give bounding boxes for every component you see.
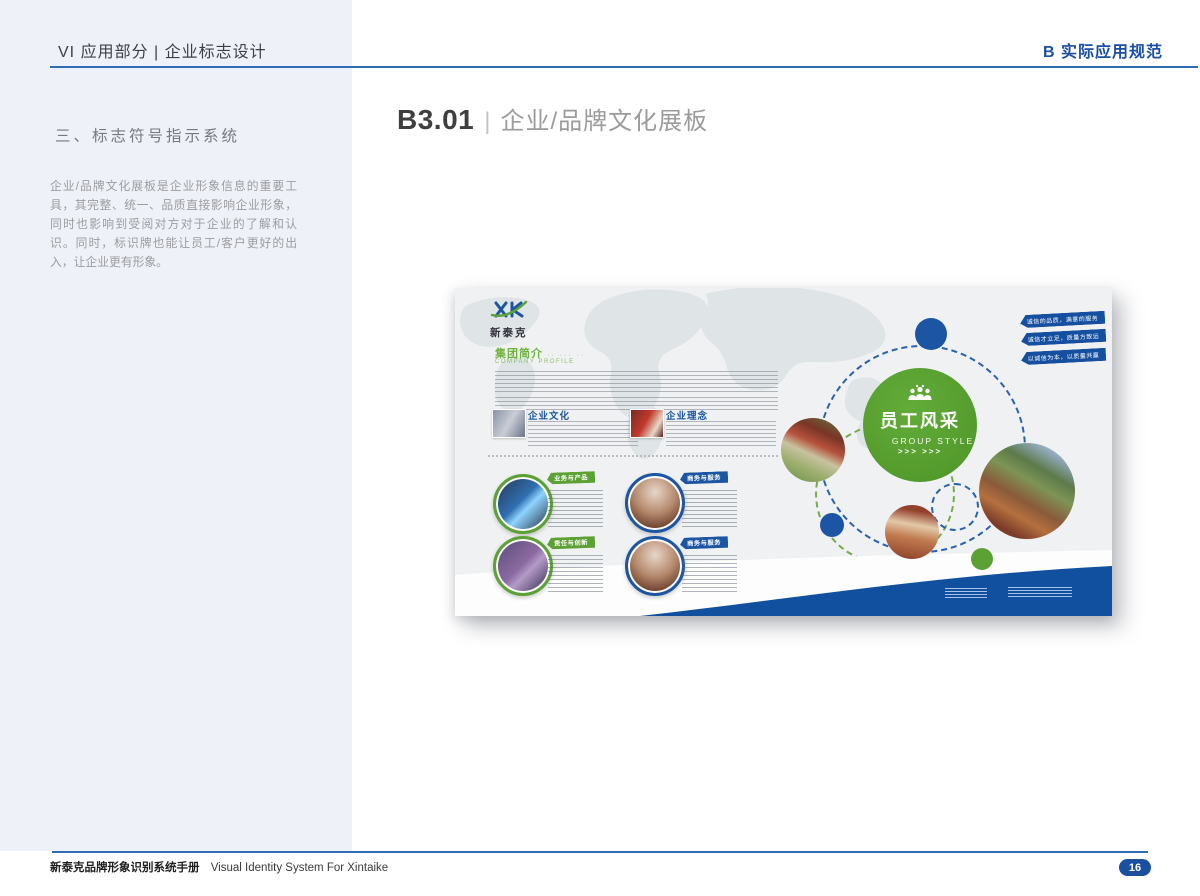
accent-dot-blue [915,318,947,350]
photo-circle-runner-legs [885,505,939,559]
sidebar-description: 企业/品牌文化展板是企业形象信息的重要工具，其完整、统一、品质直接影响企业形象，… [50,177,297,272]
page-title-divider: | [484,108,490,136]
section-heading-concept: 企业理念 [666,408,708,422]
people-icon [863,385,977,406]
grid-photo-innovation [493,536,553,596]
grid-photo-service-2 [625,536,685,596]
vi-manual-page: VI 应用部分 | 企业标志设计 B 实际应用规范 三、标志符号指示系统 企业/… [0,0,1200,896]
photo-thumbnail-culture [492,409,526,438]
footer-rule [52,851,1148,853]
accent-dot-green [971,548,993,570]
microtext-block [666,421,776,449]
section-heading-culture: 企业文化 [528,408,570,422]
poster-logo: 新泰克 [490,300,550,340]
center-badge: 员工风采 GROUP STYLE >>> >>> [863,368,977,482]
microtext-block [1008,587,1072,599]
grid-photo-business [493,474,553,534]
logo-company-name: 新泰克 [490,325,550,340]
microtext-block [682,555,737,592]
microtext-block [495,371,778,392]
badge-subtitle: GROUP STYLE [863,436,977,446]
photo-circle-cyclist [979,443,1075,539]
page-number-badge: 16 [1119,859,1151,876]
footer-manual-en: Visual Identity System For Xintaike [211,862,388,874]
badge-chevrons: >>> >>> [863,447,977,456]
culture-board-poster: 员工风采 GROUP STYLE >>> >>> 诚信的品质，满意的服务 诚信才… [455,288,1112,616]
profile-dots: ·· ··· ·· [547,352,585,359]
chapter-label: B 实际应用规范 [1043,38,1163,62]
page-title-code: B3.01 [397,104,474,136]
grid-ribbon: 商务与服务 [680,471,728,484]
header-rule [50,66,1198,68]
grid-ribbon: 责任与创新 [547,536,595,549]
sidebar-section-heading: 三、标志符号指示系统 [55,124,240,146]
photo-thumbnail-concept [630,409,664,438]
microtext-block [945,588,987,600]
microtext-block [548,490,603,527]
xtk-logo-icon [490,300,530,320]
page-title-text: 企业/品牌文化展板 [500,101,708,136]
footer-text: 新泰克品牌形象识别系统手册 Visual Identity System For… [50,859,388,875]
page-title: B3.01 | 企业/品牌文化展板 [397,101,708,136]
microtext-block [548,555,603,592]
section-breadcrumb: VI 应用部分 | 企业标志设计 [58,38,267,62]
accent-dot-blue [820,513,844,537]
profile-subheading: COMPANY PROFILE [495,359,575,365]
microtext-block [682,490,737,527]
grid-photo-service [625,473,685,533]
footer-manual-cn: 新泰克品牌形象识别系统手册 [50,862,200,874]
dotted-divider [488,455,778,457]
grid-ribbon: 商务与服务 [680,536,728,549]
badge-title: 员工风采 [863,407,977,433]
microtext-block [528,421,638,449]
photo-circle-runners [781,418,845,482]
grid-ribbon: 业务与产品 [547,471,595,484]
